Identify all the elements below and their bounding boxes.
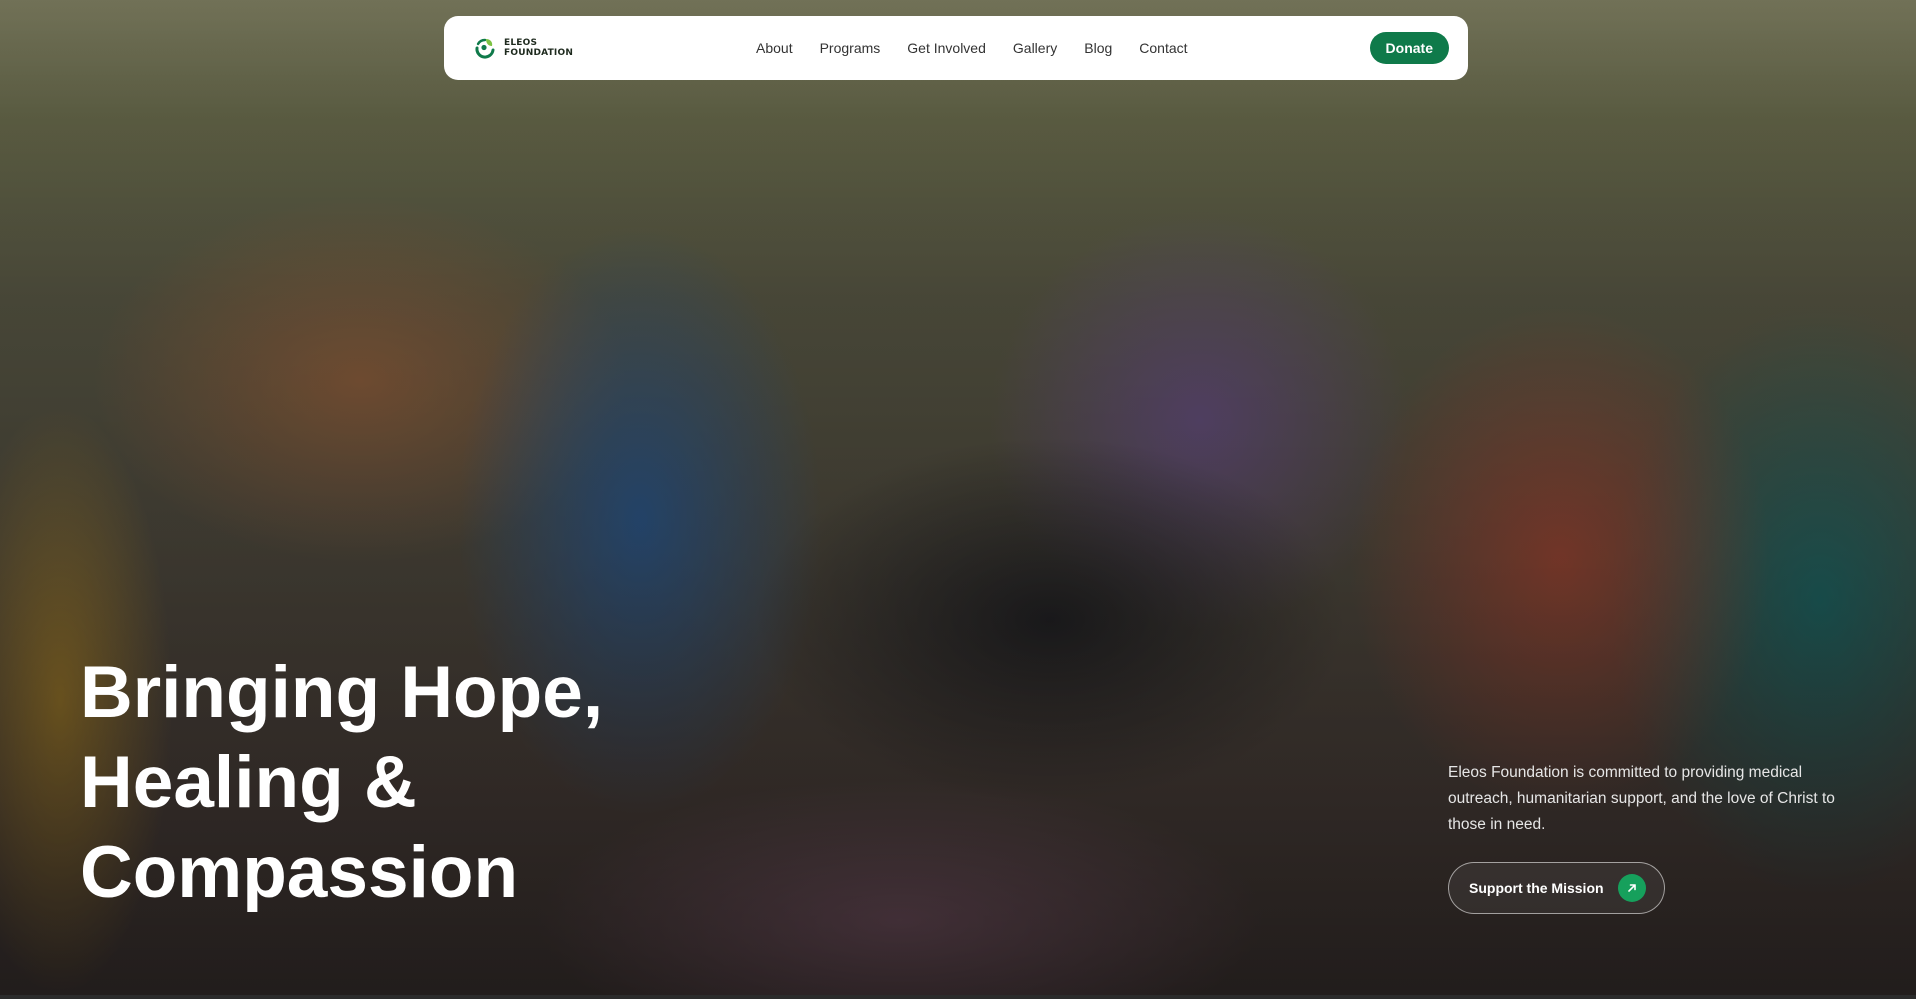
- page-bottom-edge: [0, 995, 1916, 999]
- arrow-up-right-icon: [1618, 874, 1646, 902]
- hero-title-line: Healing &: [80, 742, 417, 823]
- nav-link-contact[interactable]: Contact: [1139, 40, 1187, 56]
- brand-name: ELEOS FOUNDATION: [504, 38, 573, 58]
- brand-name-line: FOUNDATION: [504, 48, 574, 58]
- support-mission-label: Support the Mission: [1469, 880, 1604, 896]
- support-mission-button[interactable]: Support the Mission: [1448, 862, 1665, 914]
- hero-title-line: Bringing Hope,: [80, 652, 604, 733]
- nav-link-programs[interactable]: Programs: [820, 40, 881, 56]
- hero-section: Bringing Hope, Healing & Compassion Eleo…: [0, 0, 1916, 995]
- brand-logo[interactable]: ELEOS FOUNDATION: [472, 35, 573, 61]
- nav-link-blog[interactable]: Blog: [1084, 40, 1112, 56]
- nav-link-get-involved[interactable]: Get Involved: [907, 40, 986, 56]
- nav-links: About Programs Get Involved Gallery Blog…: [756, 16, 1188, 80]
- brand-name-line: ELEOS: [504, 38, 538, 48]
- hero-title-line: Compassion: [80, 832, 519, 913]
- nav-link-gallery[interactable]: Gallery: [1013, 40, 1057, 56]
- nav-link-about[interactable]: About: [756, 40, 793, 56]
- leaf-person-logo-icon: [475, 38, 495, 59]
- donate-button[interactable]: Donate: [1369, 32, 1449, 64]
- hero-description: Eleos Foundation is committed to providi…: [1448, 764, 1835, 833]
- hero-title: Bringing Hope, Healing & Compassion: [80, 648, 603, 918]
- top-navbar: ELEOS FOUNDATION About Programs Get Invo…: [444, 16, 1468, 80]
